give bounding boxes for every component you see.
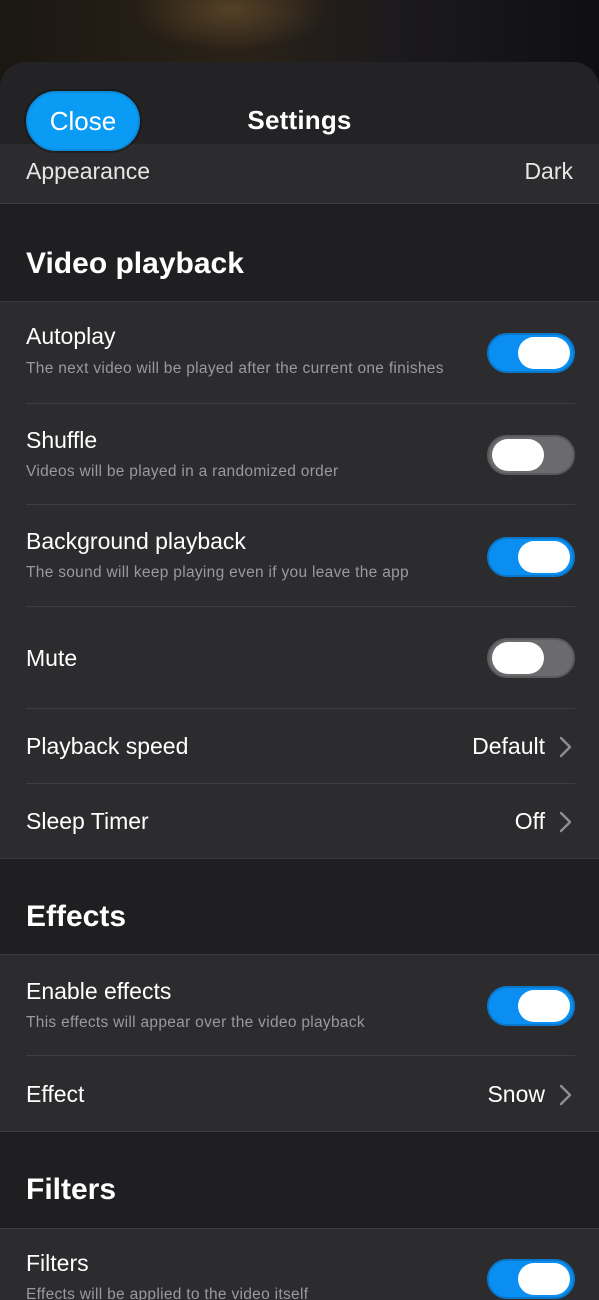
enable-effects-toggle[interactable] [487,986,575,1026]
enable-effects-subtitle: This effects will appear over the video … [26,1014,365,1031]
effect-label: Effect [26,1081,85,1107]
toggle-knob [518,541,570,573]
chevron-right-icon [559,1084,572,1106]
mute-label: Mute [26,645,78,671]
toggle-knob [492,439,544,471]
appearance-label: Appearance [26,158,151,184]
enable-effects-row: Enable effects This effects will appear … [0,955,599,1056]
sleep-timer-label: Sleep Timer [26,808,149,834]
shuffle-label: Shuffle [26,427,98,453]
shuffle-subtitle: Videos will be played in a randomized or… [26,463,339,480]
playback-speed-row[interactable]: Playback speed Default [0,709,599,784]
toggle-knob [518,1263,570,1295]
chevron-right-icon [559,736,572,758]
effects-group: Enable effects This effects will appear … [0,955,599,1131]
filters-subtitle: Effects will be applied to the video its… [26,1286,309,1300]
enable-effects-label: Enable effects [26,978,172,1004]
effect-row[interactable]: Effect Snow [0,1056,599,1131]
shuffle-toggle[interactable] [487,435,575,475]
section-title-video-playback: Video playback [26,247,244,280]
section-title-effects: Effects [26,900,127,933]
autoplay-subtitle: The next video will be played after the … [26,360,444,377]
background-playback-toggle[interactable] [487,537,575,577]
background-playback-label: Background playback [26,528,246,554]
appearance-value: Dark [524,158,573,184]
toggle-knob [492,642,544,674]
playback-speed-value: Default [472,733,545,759]
shuffle-row: Shuffle Videos will be played in a rando… [0,404,599,505]
filters-label: Filters [26,1250,89,1276]
toggle-knob [518,337,570,369]
page-title: Settings [247,105,352,135]
appearance-row[interactable]: Appearance Dark [0,144,599,204]
sleep-timer-row[interactable]: Sleep Timer Off [0,784,599,858]
background-playback-row: Background playback The sound will keep … [0,505,599,607]
playback-speed-label: Playback speed [26,733,189,759]
section-header-filters: Filters [0,1131,599,1229]
chevron-right-icon [559,811,572,833]
section-header-video-playback: Video playback [0,204,599,302]
filters-toggle[interactable] [487,1259,575,1299]
filters-group: Filters Effects will be applied to the v… [0,1229,599,1300]
mute-toggle[interactable] [487,638,575,678]
background-playback-subtitle: The sound will keep playing even if you … [26,564,409,581]
section-title-filters: Filters [26,1173,117,1206]
effect-value: Snow [487,1081,545,1107]
autoplay-toggle[interactable] [487,333,575,373]
sleep-timer-value: Off [514,808,545,834]
sheet-header: Close Settings [0,62,599,151]
autoplay-row: Autoplay The next video will be played a… [0,302,599,404]
section-header-effects: Effects [0,858,599,955]
video-playback-group: Autoplay The next video will be played a… [0,302,599,858]
mute-row: Mute [0,607,599,709]
filters-row: Filters Effects will be applied to the v… [0,1229,599,1300]
autoplay-label: Autoplay [26,323,116,349]
toggle-knob [518,990,570,1022]
settings-sheet: Close Settings Appearance Dark Video pla… [0,62,599,1300]
